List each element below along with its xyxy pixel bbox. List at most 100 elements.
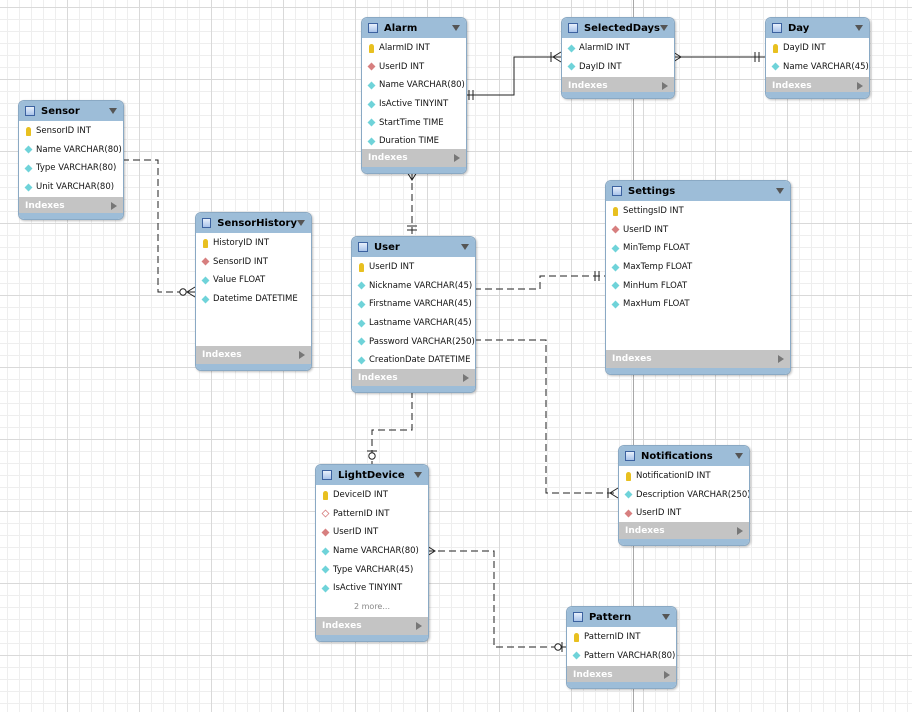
column-row[interactable]: Nickname VARCHAR(45)	[352, 277, 475, 296]
column-row[interactable]: MinHum FLOAT	[606, 276, 790, 295]
table-notifications[interactable]: Notifications NotificationID INT Descripti…	[618, 445, 750, 546]
column-row[interactable]: IsActive TINYINT	[316, 579, 428, 598]
collapse-arrow-icon[interactable]	[855, 25, 863, 31]
collapse-arrow-icon[interactable]	[735, 453, 743, 459]
indexes-label: Indexes	[358, 373, 398, 383]
column-icon	[611, 244, 620, 253]
column-row[interactable]: DeviceID INT	[316, 486, 428, 505]
table-user[interactable]: User UserID INT Nickname VARCHAR(45) Firstn…	[351, 236, 476, 393]
table-pattern[interactable]: Pattern PatternID INT Pattern VARCHAR(80) I…	[566, 606, 677, 689]
indexes-section[interactable]: Indexes	[606, 350, 790, 368]
expand-arrow-icon[interactable]	[778, 355, 784, 363]
expand-arrow-icon[interactable]	[111, 202, 117, 210]
table-header[interactable]: Day	[766, 18, 869, 38]
column-row[interactable]: SensorID INT	[19, 122, 123, 141]
column-row[interactable]: CreationDate DATETIME	[352, 351, 475, 370]
collapse-arrow-icon[interactable]	[414, 472, 422, 478]
expand-arrow-icon[interactable]	[737, 527, 743, 535]
column-row[interactable]: Duration TIME	[362, 132, 466, 151]
collapse-arrow-icon[interactable]	[297, 220, 305, 226]
cardinality-circle	[368, 452, 376, 460]
table-name: LightDevice	[338, 469, 405, 481]
expand-arrow-icon[interactable]	[662, 82, 668, 90]
table-day[interactable]: Day DayID INT Name VARCHAR(45) Indexes	[765, 17, 870, 99]
column-row[interactable]: DayID INT	[562, 58, 674, 77]
column-row[interactable]: AlarmID INT	[362, 39, 466, 58]
expand-arrow-icon[interactable]	[463, 374, 469, 382]
column-row[interactable]: UserID INT	[619, 504, 749, 523]
indexes-section[interactable]: Indexes	[316, 617, 428, 635]
table-sensorhistory[interactable]: SensorHistory HistoryID INT SensorID INT Va…	[195, 212, 312, 371]
expand-arrow-icon[interactable]	[416, 622, 422, 630]
column-row[interactable]: Name VARCHAR(80)	[19, 141, 123, 160]
indexes-section[interactable]: Indexes	[196, 346, 311, 364]
collapse-arrow-icon[interactable]	[461, 244, 469, 250]
column-row[interactable]: Name VARCHAR(80)	[316, 542, 428, 561]
collapse-arrow-icon[interactable]	[776, 188, 784, 194]
indexes-section[interactable]: Indexes	[619, 522, 749, 540]
table-header[interactable]: SensorHistory	[196, 213, 311, 233]
column-row[interactable]: Datetime DATETIME	[196, 290, 311, 309]
column-row[interactable]: Lastname VARCHAR(45)	[352, 314, 475, 333]
column-row[interactable]: PatternID INT	[567, 628, 676, 647]
column-row[interactable]: Pattern VARCHAR(80)	[567, 647, 676, 666]
table-sensor[interactable]: Sensor SensorID INT Name VARCHAR(80) Type V…	[18, 100, 124, 220]
column-row[interactable]: Password VARCHAR(250)	[352, 332, 475, 351]
column-row[interactable]: SettingsID INT	[606, 202, 790, 221]
table-header[interactable]: LightDevice	[316, 465, 428, 485]
indexes-section[interactable]: Indexes	[362, 149, 466, 167]
column-row[interactable]: AlarmID INT	[562, 39, 674, 58]
table-name: Alarm	[384, 22, 418, 34]
table-footer	[567, 682, 676, 688]
table-header[interactable]: SelectedDays	[562, 18, 674, 38]
column-text: SettingsID INT	[623, 206, 684, 217]
table-header[interactable]: Pattern	[567, 607, 676, 627]
column-row[interactable]: MaxHum FLOAT	[606, 295, 790, 314]
column-row[interactable]: MinTemp FLOAT	[606, 239, 790, 258]
column-row[interactable]: NotificationID INT	[619, 467, 749, 486]
table-header[interactable]: Sensor	[19, 101, 123, 121]
table-settings[interactable]: Settings SettingsID INT UserID INT MinTemp …	[605, 180, 791, 375]
column-text: Password VARCHAR(250)	[369, 336, 475, 347]
collapse-arrow-icon[interactable]	[662, 614, 670, 620]
expand-arrow-icon[interactable]	[454, 154, 460, 162]
table-header[interactable]: Settings	[606, 181, 790, 201]
column-row[interactable]: Type VARCHAR(80)	[19, 159, 123, 178]
expand-arrow-icon[interactable]	[299, 351, 305, 359]
table-lightdevice[interactable]: LightDevice DeviceID INT PatternID INT User…	[315, 464, 429, 642]
collapse-arrow-icon[interactable]	[109, 108, 117, 114]
column-row[interactable]: SensorID INT	[196, 253, 311, 272]
column-icon	[367, 81, 376, 90]
column-row[interactable]: HistoryID INT	[196, 234, 311, 253]
column-row[interactable]: MaxTemp FLOAT	[606, 258, 790, 277]
collapse-arrow-icon[interactable]	[452, 25, 460, 31]
column-row[interactable]: Name VARCHAR(80)	[362, 76, 466, 95]
column-row[interactable]: Value FLOAT	[196, 271, 311, 290]
column-icon	[321, 584, 330, 593]
table-header[interactable]: User	[352, 237, 475, 257]
expand-arrow-icon[interactable]	[857, 82, 863, 90]
column-row[interactable]: Type VARCHAR(45)	[316, 560, 428, 579]
table-selecteddays[interactable]: SelectedDays AlarmID INT DayID INT Indexes	[561, 17, 675, 99]
column-row[interactable]: UserID INT	[352, 258, 475, 277]
column-row[interactable]: DayID INT	[766, 39, 869, 58]
table-header[interactable]: Notifications	[619, 446, 749, 466]
column-row[interactable]: Description VARCHAR(250)	[619, 486, 749, 505]
column-row[interactable]: UserID INT	[606, 221, 790, 240]
more-columns[interactable]: 2 more...	[316, 598, 428, 617]
column-icon	[624, 490, 633, 499]
table-alarm[interactable]: Alarm AlarmID INT UserID INT Name VARCHAR(8…	[361, 17, 467, 174]
column-row[interactable]: Name VARCHAR(45)	[766, 58, 869, 77]
column-row[interactable]: PatternID INT	[316, 505, 428, 524]
table-header[interactable]: Alarm	[362, 18, 466, 38]
column-row[interactable]: Firstname VARCHAR(45)	[352, 295, 475, 314]
column-row[interactable]: Unit VARCHAR(80)	[19, 178, 123, 197]
column-text: HistoryID INT	[213, 238, 270, 249]
expand-arrow-icon[interactable]	[664, 671, 670, 679]
column-row[interactable]: UserID INT	[316, 523, 428, 542]
indexes-section[interactable]: Indexes	[352, 369, 475, 387]
column-row[interactable]: IsActive TINYINT	[362, 95, 466, 114]
collapse-arrow-icon[interactable]	[660, 25, 668, 31]
column-row[interactable]: UserID INT	[362, 58, 466, 77]
column-row[interactable]: StartTime TIME	[362, 113, 466, 132]
